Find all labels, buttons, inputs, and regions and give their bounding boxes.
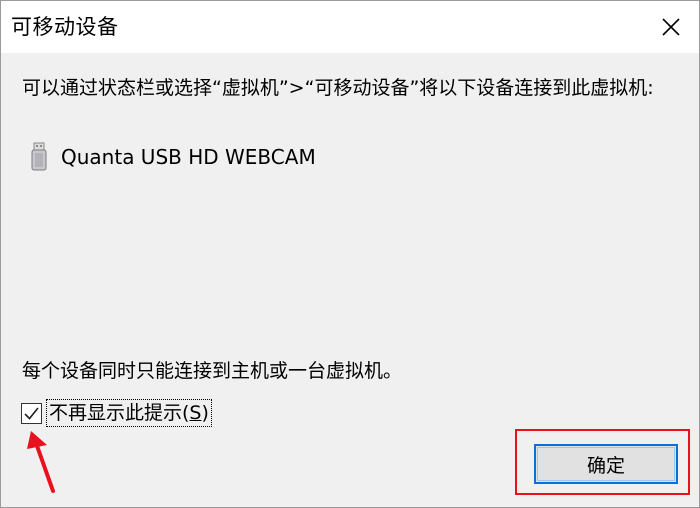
removable-devices-dialog: 可移动设备 可以通过状态栏或选择“虚拟机”>“可移动设备”将以下设备连接到此虚拟… [0, 0, 700, 508]
red-arrow-annotation [27, 431, 55, 493]
usb-drive-icon [30, 142, 48, 172]
dont-show-again-label[interactable]: 不再显示此提示(S) [46, 399, 212, 427]
dialog-body: 可以通过状态栏或选择“虚拟机”>“可移动设备”将以下设备连接到此虚拟机: Qua… [1, 53, 699, 507]
close-icon [662, 18, 680, 36]
connection-note: 每个设备同时只能连接到主机或一台虚拟机。 [22, 360, 403, 382]
close-button[interactable] [651, 9, 691, 45]
ok-button[interactable]: 确定 [534, 444, 678, 484]
accelerator-key: S [189, 402, 202, 424]
instruction-text: 可以通过状态栏或选择“虚拟机”>“可移动设备”将以下设备连接到此虚拟机: [22, 77, 654, 99]
device-list-item: Quanta USB HD WEBCAM [30, 141, 316, 173]
device-name: Quanta USB HD WEBCAM [61, 145, 316, 169]
dont-show-again-checkbox[interactable] [21, 402, 42, 424]
title-bar: 可移动设备 [1, 1, 699, 53]
dialog-title: 可移动设备 [11, 15, 119, 39]
checkmark-icon [24, 406, 39, 420]
dont-show-again-checkbox-row[interactable]: 不再显示此提示(S) [21, 399, 212, 427]
